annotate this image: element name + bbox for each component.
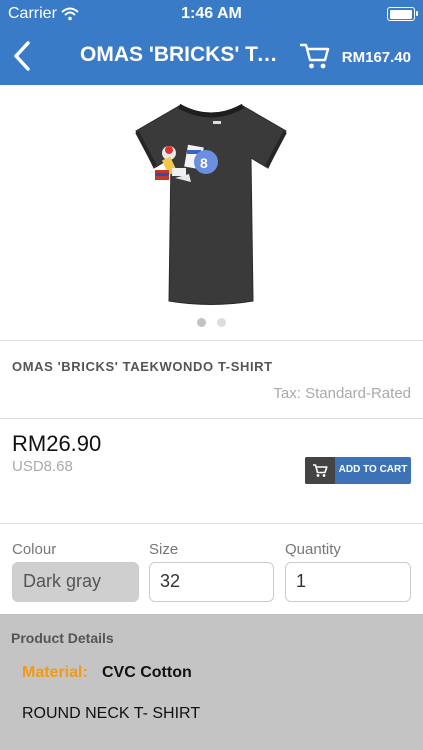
svg-text:8: 8 (200, 155, 208, 171)
status-bar: Carrier 1:46 AM (0, 0, 423, 28)
price-usd: USD8.68 (12, 458, 73, 475)
price-section: RM26.90 USD8.68 ADD TO CART (0, 419, 423, 524)
quantity-input[interactable]: 1 (285, 562, 411, 602)
status-time: 1:46 AM (181, 5, 242, 22)
size-select[interactable]: 32 (149, 562, 274, 602)
cart-icon[interactable] (300, 41, 330, 71)
tshirt-image: 8 (135, 103, 287, 305)
chevron-left-icon[interactable] (8, 40, 36, 72)
quantity-label: Quantity (285, 541, 341, 558)
product-image-gallery[interactable]: 8 (0, 85, 423, 341)
product-name-section: OMAS 'BRICKS' TAEKWONDO T-SHIRT Tax: Sta… (0, 341, 423, 419)
colour-label: Colour (12, 541, 57, 558)
product-details: Product Details Material: CVC Cotton ROU… (0, 614, 423, 750)
add-to-cart-button[interactable]: ADD TO CART (305, 457, 411, 484)
battery-icon (387, 7, 418, 21)
page-dot-2[interactable] (217, 318, 226, 327)
details-title: Product Details (11, 630, 114, 646)
product-description: ROUND NECK T- SHIRT (22, 705, 201, 722)
material-value: CVC Cotton (102, 664, 192, 681)
add-to-cart-icon (305, 457, 335, 484)
page-dot-1[interactable] (197, 318, 206, 327)
add-to-cart-label: ADD TO CART (338, 464, 408, 475)
cart-total[interactable]: RM167.40 (342, 49, 411, 66)
price: RM26.90 (12, 431, 102, 456)
material-key: Material: (22, 664, 88, 681)
product-name: OMAS 'BRICKS' TAEKWONDO T-SHIRT (12, 359, 273, 374)
size-label: Size (149, 541, 179, 558)
page-title: OMAS 'BRICKS' TAEKWONDO T-SHIRT (80, 43, 285, 66)
colour-select[interactable]: Dark gray (12, 562, 139, 602)
tax-info: Tax: Standard-Rated (273, 385, 411, 402)
nav-bar: OMAS 'BRICKS' TAEKWONDO T-SHIRT RM167.40 (0, 28, 423, 85)
product-options: Colour Dark gray Size 32 Quantity 1 (0, 524, 423, 614)
page-indicator[interactable] (0, 318, 423, 327)
